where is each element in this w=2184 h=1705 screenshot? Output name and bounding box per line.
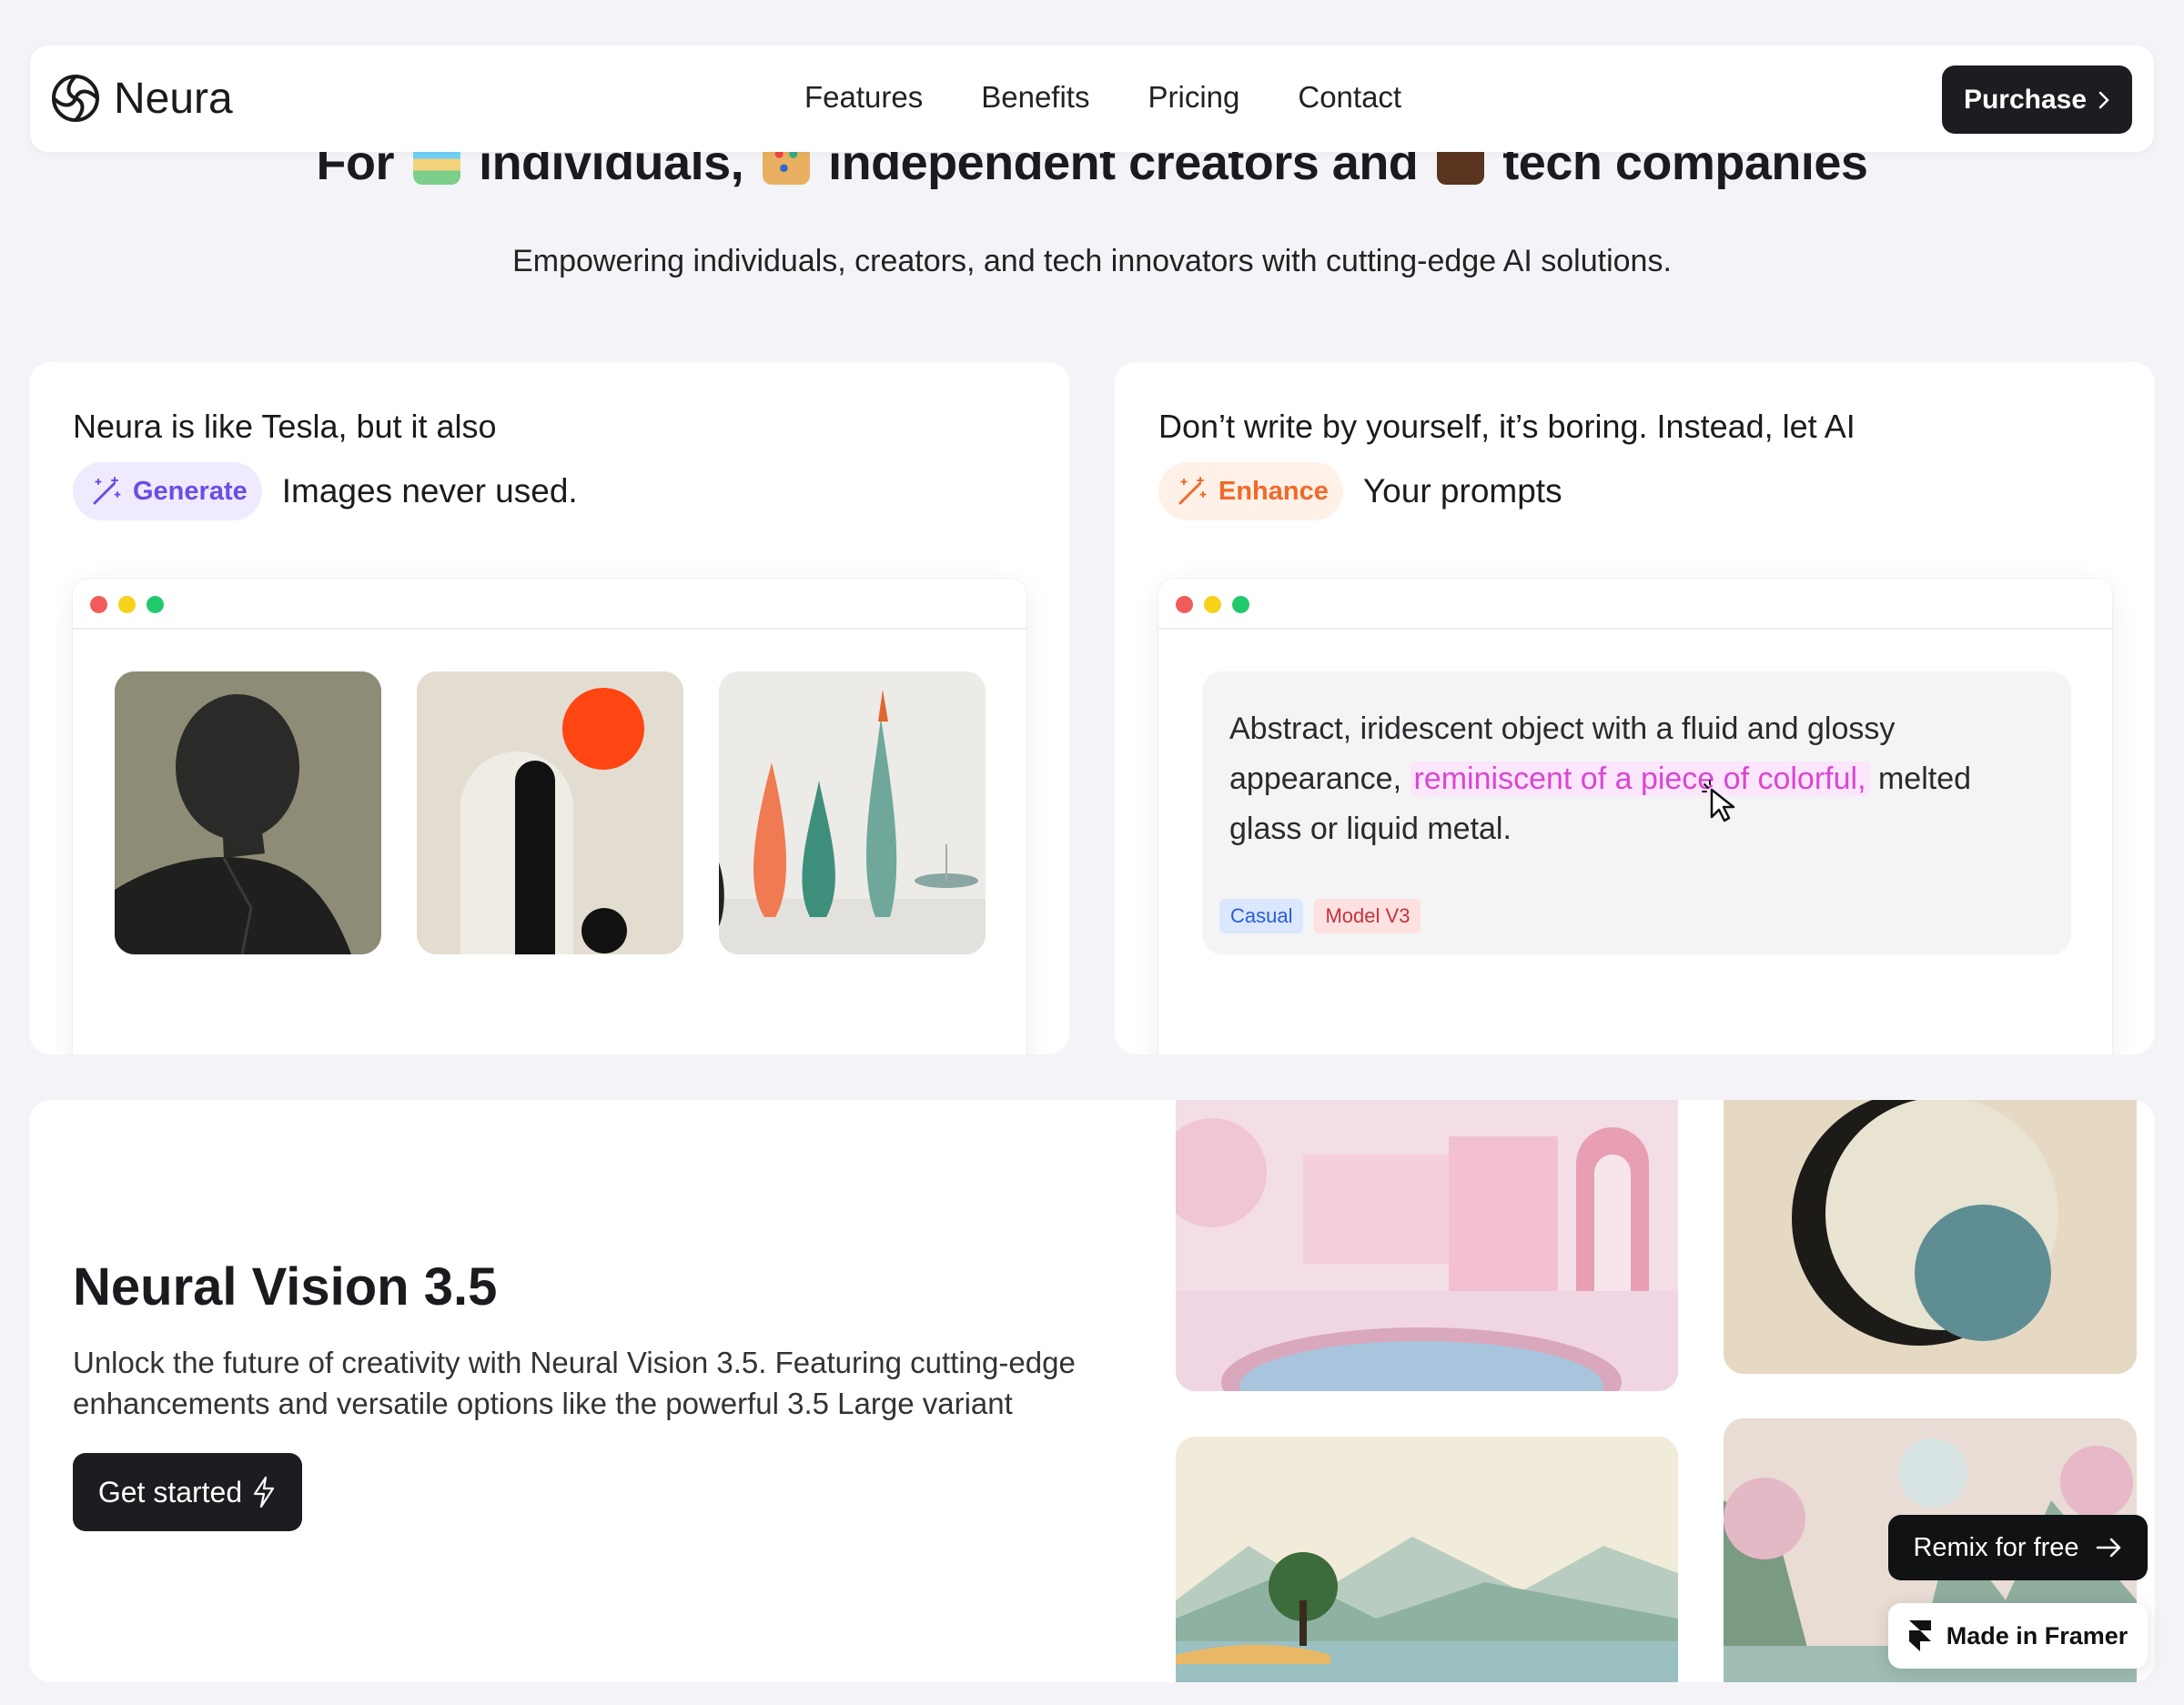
- nav-link-contact[interactable]: Contact: [1298, 80, 1401, 115]
- nav-link-features[interactable]: Features: [804, 80, 923, 115]
- window-titlebar: [73, 579, 1026, 630]
- enhance-pill[interactable]: Enhance: [1158, 462, 1343, 520]
- generate-card-intro: Neura is like Tesla, but it also: [73, 408, 497, 445]
- window-minimize-dot: [1204, 596, 1221, 613]
- lightning-icon: [254, 1476, 275, 1508]
- generate-card-tagline: Images never used.: [281, 472, 578, 509]
- brand-logo[interactable]: Neura: [50, 73, 233, 124]
- purchase-label: Purchase: [1963, 84, 2088, 115]
- gallery-pink-architecture-image: [1176, 1100, 1678, 1391]
- window-titlebar: [1158, 579, 2112, 630]
- generated-portrait-image: [115, 671, 381, 954]
- top-nav: Neura Features Benefits Pricing Contact …: [30, 45, 2154, 152]
- prompt-highlighted-text[interactable]: reminiscent of a piece of colorful,: [1410, 762, 1870, 796]
- enhance-card-tagline: Your prompts: [1362, 472, 1562, 509]
- generate-preview-window: [73, 579, 1026, 1054]
- neural-vision-section: Neural Vision 3.5 Unlock the future of c…: [29, 1100, 2155, 1682]
- generated-abstract-image: [417, 671, 683, 954]
- magic-wand-icon: [93, 477, 121, 505]
- gallery-sphere-image: [1724, 1100, 2137, 1374]
- enhance-card-intro: Don’t write by yourself, it’s boring. In…: [1158, 408, 1855, 445]
- nav-links: Features Benefits Pricing Contact: [804, 80, 1401, 115]
- enhance-card-row: Enhance Your prompts: [1158, 462, 1562, 520]
- generate-pill-label: Generate: [133, 476, 248, 506]
- gallery-lake-landscape-image: [1176, 1437, 1678, 1682]
- tag-model[interactable]: Model V3: [1314, 899, 1421, 933]
- get-started-label: Get started: [97, 1475, 243, 1508]
- enhance-preview-window: Abstract, iridescent object with a fluid…: [1158, 579, 2112, 1054]
- generate-pill[interactable]: Generate: [73, 462, 262, 520]
- enhance-pill-label: Enhance: [1218, 476, 1329, 506]
- prompt-text: Abstract, iridescent object with a fluid…: [1229, 704, 2044, 854]
- hero-subtitle: Empowering individuals, creators, and te…: [512, 244, 1672, 278]
- remix-for-free-button[interactable]: Remix for free: [1888, 1515, 2148, 1580]
- nav-link-pricing[interactable]: Pricing: [1148, 80, 1239, 115]
- window-close-dot: [90, 596, 107, 613]
- window-maximize-dot: [147, 596, 164, 613]
- nav-link-benefits[interactable]: Benefits: [981, 80, 1089, 115]
- remix-label: Remix for free: [1913, 1532, 2079, 1562]
- window-close-dot: [1176, 596, 1193, 613]
- purchase-button[interactable]: Purchase: [1942, 66, 2132, 134]
- prompt-tags: Casual Model V3: [1219, 899, 1421, 933]
- generated-vases-image: [719, 671, 986, 954]
- magic-wand-icon: [1178, 477, 1207, 505]
- neura-logo-icon: [52, 75, 99, 122]
- arrow-right-icon: [2096, 1538, 2120, 1558]
- generate-card-row: Generate Images never used.: [73, 462, 578, 520]
- brand-name: Neura: [114, 74, 233, 123]
- vision-description: Unlock the future of creativity with Neu…: [73, 1346, 1076, 1420]
- cursor-icon: [1702, 780, 1735, 822]
- framer-icon: [1908, 1620, 1931, 1651]
- tag-casual[interactable]: Casual: [1219, 899, 1304, 933]
- get-started-button[interactable]: Get started: [73, 1453, 302, 1531]
- vision-title: Neural Vision 3.5: [73, 1257, 498, 1317]
- framer-label: Made in Framer: [1946, 1621, 2128, 1650]
- enhance-card: Don’t write by yourself, it’s boring. In…: [1115, 362, 2155, 1054]
- window-maximize-dot: [1232, 596, 1249, 613]
- generate-card: Neura is like Tesla, but it also Generat…: [29, 362, 1069, 1054]
- made-in-framer-badge[interactable]: Made in Framer: [1888, 1603, 2148, 1669]
- prompt-editor[interactable]: Abstract, iridescent object with a fluid…: [1202, 671, 2071, 954]
- chevron-right-icon: [2098, 91, 2109, 108]
- window-minimize-dot: [118, 596, 136, 613]
